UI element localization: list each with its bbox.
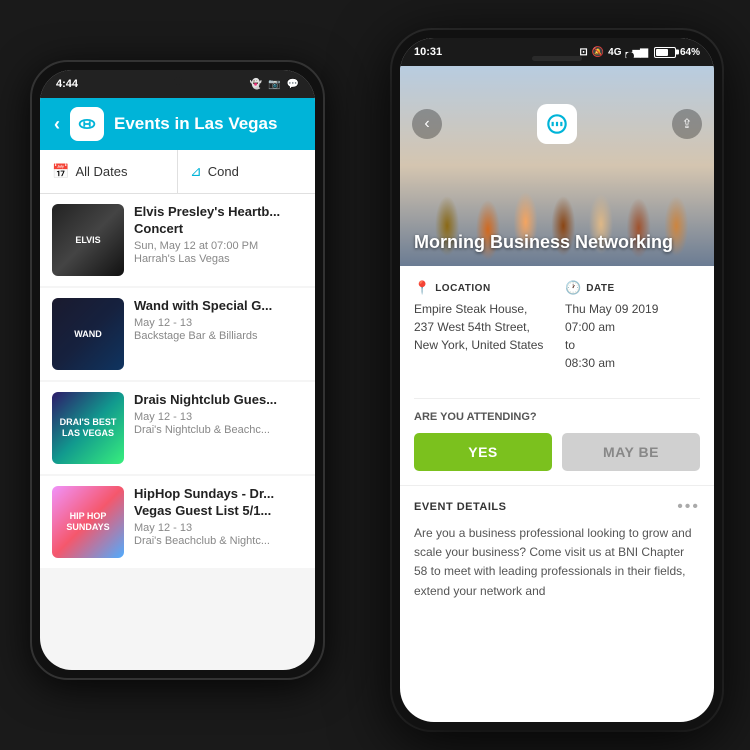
event-name-2: Wand with Special G... bbox=[134, 298, 303, 315]
more-options-icon[interactable]: ••• bbox=[677, 498, 700, 516]
location-value: Empire Steak House, 237 West 54th Street… bbox=[414, 300, 549, 354]
phone-back: 4:44 👻 📷 💬 ‹ Events in bbox=[30, 60, 325, 680]
attending-label: ARE YOU ATTENDING? bbox=[414, 411, 700, 423]
hero-title-area: Morning Business Networking bbox=[400, 232, 714, 254]
event-hero: ‹ ⇪ Morning Business Ne bbox=[400, 66, 714, 266]
detail-section: 📍 LOCATION Empire Steak House, 237 West … bbox=[400, 266, 714, 386]
date-col: 🕐 DATE Thu May 09 2019 07:00 am to 08:30… bbox=[565, 280, 700, 372]
back-chevron-icon: ‹ bbox=[424, 115, 429, 133]
event-details-label: EVENT DETAILS bbox=[414, 501, 506, 513]
event-date-4: May 12 - 13 bbox=[134, 522, 303, 534]
no-notif-icon: 🔕 bbox=[592, 47, 604, 58]
list-item[interactable]: WAND Wand with Special G... May 12 - 13 … bbox=[40, 288, 315, 380]
filter-cond-label: Cond bbox=[208, 164, 239, 179]
hero-share-button[interactable]: ⇪ bbox=[672, 109, 702, 139]
status-time-front: 10:31 bbox=[414, 46, 442, 58]
battery-fill bbox=[656, 49, 668, 56]
calendar-icon: 📅 bbox=[52, 163, 69, 180]
filter-dates[interactable]: 📅 All Dates bbox=[40, 150, 178, 193]
event-name-3: Drais Nightclub Gues... bbox=[134, 392, 303, 409]
date-value: Thu May 09 2019 07:00 am to 08:30 am bbox=[565, 300, 700, 372]
hero-logo bbox=[537, 104, 577, 144]
battery-icon bbox=[654, 47, 676, 58]
screen-back: 4:44 👻 📷 💬 ‹ Events in bbox=[40, 70, 315, 670]
detail-row: 📍 LOCATION Empire Steak House, 237 West … bbox=[414, 280, 700, 372]
back-arrow-back[interactable]: ‹ bbox=[54, 114, 60, 135]
clock-icon: 🕐 bbox=[565, 280, 581, 296]
location-pin-icon: 📍 bbox=[414, 280, 430, 296]
camera-back bbox=[174, 77, 182, 85]
share-icon: ⇪ bbox=[682, 116, 693, 132]
event-details-header: EVENT DETAILS ••• bbox=[414, 498, 700, 516]
event-list-back: ELVIS Elvis Presley's Heartb...Concert S… bbox=[40, 194, 315, 570]
event-venue-2: Backstage Bar & Billiards bbox=[134, 330, 303, 342]
yes-button[interactable]: YES bbox=[414, 433, 552, 471]
event-info-1: Elvis Presley's Heartb...Concert Sun, Ma… bbox=[134, 204, 303, 265]
divider-attending bbox=[414, 398, 700, 399]
speaker-front bbox=[532, 56, 582, 61]
message-icon: 💬 bbox=[287, 79, 299, 90]
status-icons-back: 👻 📷 💬 bbox=[250, 79, 299, 90]
location-label: LOCATION bbox=[435, 283, 490, 294]
camera-front bbox=[626, 52, 634, 60]
event-info-3: Drais Nightclub Gues... May 12 - 13 Drai… bbox=[134, 392, 303, 436]
status-bar-front: 10:31 ⊡ 🔕 4G ▄▅▆ 64% bbox=[400, 38, 714, 66]
screen-front: 10:31 ⊡ 🔕 4G ▄▅▆ 64% bbox=[400, 38, 714, 722]
list-item[interactable]: HIP HOP SUNDAYS HipHop Sundays - Dr... V… bbox=[40, 476, 315, 568]
event-thumb-hiphop: HIP HOP SUNDAYS bbox=[52, 486, 124, 558]
event-thumb-elvis: ELVIS bbox=[52, 204, 124, 276]
hero-nav: ‹ ⇪ bbox=[400, 104, 714, 144]
event-name-1: Elvis Presley's Heartb...Concert bbox=[134, 204, 303, 238]
event-details-text: Are you a business professional looking … bbox=[414, 524, 700, 601]
event-venue-1: Harrah's Las Vegas bbox=[134, 253, 303, 265]
app-title-back: Events in Las Vegas bbox=[114, 114, 277, 134]
event-date-3: May 12 - 13 bbox=[134, 411, 303, 423]
event-info-4: HipHop Sundays - Dr... Vegas Guest List … bbox=[134, 486, 303, 547]
filter-bar-back: 📅 All Dates ⊿ Cond bbox=[40, 150, 315, 194]
event-venue-4: Drai's Beachclub & Nightc... bbox=[134, 535, 303, 547]
event-date-1: Sun, May 12 at 07:00 PM bbox=[134, 240, 303, 252]
logo-back bbox=[70, 107, 104, 141]
date-label: DATE bbox=[586, 283, 614, 294]
event-hero-title: Morning Business Networking bbox=[414, 232, 700, 254]
signal-label: 4G bbox=[608, 47, 621, 58]
event-name-4: HipHop Sundays - Dr... Vegas Guest List … bbox=[134, 486, 303, 520]
app-header-back: ‹ Events in Las Vegas bbox=[40, 98, 315, 150]
location-col: 📍 LOCATION Empire Steak House, 237 West … bbox=[414, 280, 549, 372]
filter-icon: ⊿ bbox=[190, 163, 202, 180]
event-info-2: Wand with Special G... May 12 - 13 Backs… bbox=[134, 298, 303, 342]
event-date-2: May 12 - 13 bbox=[134, 317, 303, 329]
filter-dates-label: All Dates bbox=[75, 164, 127, 179]
scene: 4:44 👻 📷 💬 ‹ Events in bbox=[0, 0, 750, 750]
attending-section: ARE YOU ATTENDING? YES MAY BE bbox=[400, 398, 714, 485]
event-details-section: EVENT DETAILS ••• Are you a business pro… bbox=[400, 485, 714, 613]
instagram-icon: 📷 bbox=[268, 79, 280, 90]
date-label-row: 🕐 DATE bbox=[565, 280, 700, 296]
location-label-row: 📍 LOCATION bbox=[414, 280, 549, 296]
snapchat-icon: 👻 bbox=[250, 79, 262, 90]
attending-buttons: YES MAY BE bbox=[414, 433, 700, 471]
hero-back-button[interactable]: ‹ bbox=[412, 109, 442, 139]
event-thumb-wand: WAND bbox=[52, 298, 124, 370]
list-item[interactable]: ELVIS Elvis Presley's Heartb...Concert S… bbox=[40, 194, 315, 286]
list-item[interactable]: DRAI'S BEST LAS VEGAS Drais Nightclub Gu… bbox=[40, 382, 315, 474]
status-right-front: ⊡ 🔕 4G ▄▅▆ 64% bbox=[579, 47, 700, 58]
event-thumb-drais: DRAI'S BEST LAS VEGAS bbox=[52, 392, 124, 464]
filter-conditions[interactable]: ⊿ Cond bbox=[178, 150, 315, 193]
phone-front: 10:31 ⊡ 🔕 4G ▄▅▆ 64% bbox=[392, 30, 722, 730]
status-time-back: 4:44 bbox=[56, 78, 78, 90]
maybe-button[interactable]: MAY BE bbox=[562, 433, 700, 471]
battery-percent: 64% bbox=[680, 47, 700, 58]
event-venue-3: Drai's Nightclub & Beachc... bbox=[134, 424, 303, 436]
